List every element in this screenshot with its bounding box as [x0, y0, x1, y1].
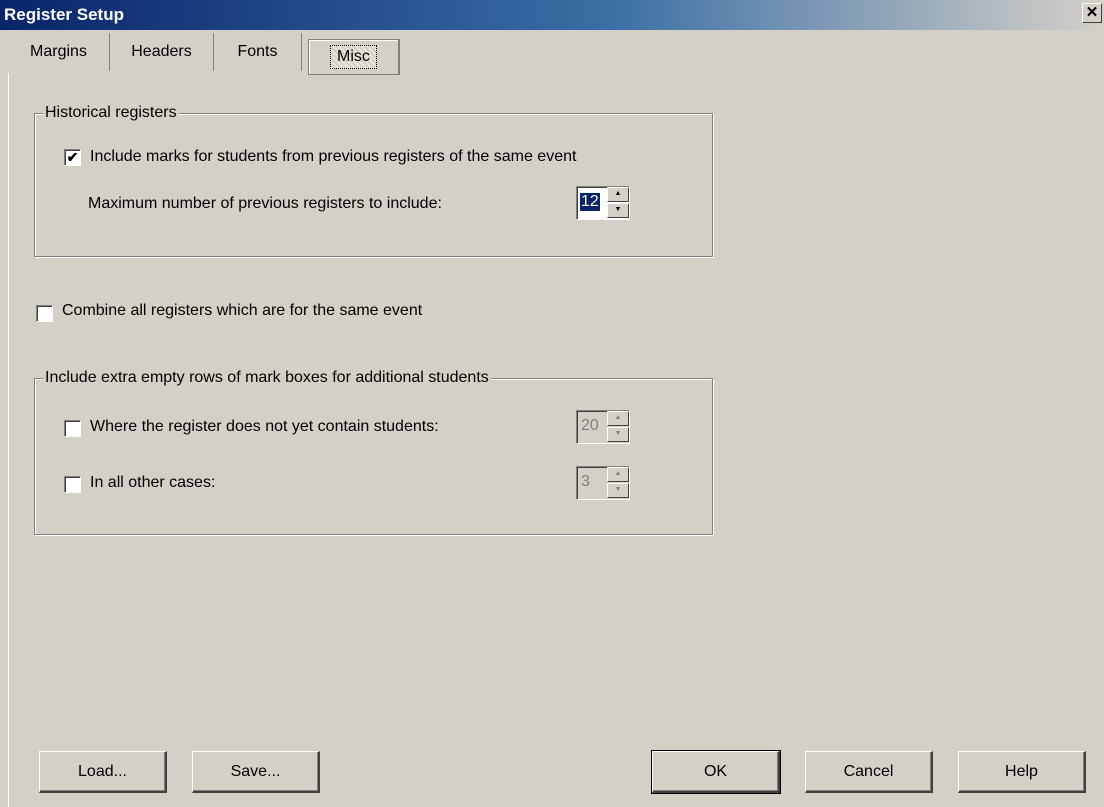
no-students-input[interactable]: 20 — [580, 417, 600, 435]
spin-down-icon[interactable]: ▼ — [607, 427, 629, 442]
spin-down-icon[interactable]: ▼ — [607, 203, 629, 218]
extra-rows-group: Include extra empty rows of mark boxes f… — [34, 369, 713, 535]
no-students-checkbox[interactable] — [64, 420, 81, 437]
close-icon: ✕ — [1085, 4, 1099, 21]
tab-misc-label: Misc — [330, 45, 377, 69]
window-title: Register Setup — [4, 5, 124, 24]
include-marks-checkbox[interactable]: ✔ — [64, 149, 81, 166]
ok-button[interactable]: OK — [651, 750, 781, 794]
tab-margins[interactable]: Margins — [8, 33, 110, 71]
cancel-button[interactable]: Cancel — [805, 751, 933, 793]
spin-down-icon[interactable]: ▼ — [607, 483, 629, 498]
tab-fonts-label: Fonts — [237, 43, 278, 60]
close-button[interactable]: ✕ — [1082, 3, 1102, 23]
tab-headers[interactable]: Headers — [110, 33, 214, 71]
no-students-label: Where the register does not yet contain … — [90, 418, 439, 435]
historical-registers-legend: Historical registers — [43, 104, 179, 122]
tab-misc[interactable]: Misc — [308, 39, 400, 75]
historical-registers-group: Historical registers — [34, 104, 713, 257]
extra-rows-legend: Include extra empty rows of mark boxes f… — [43, 369, 491, 387]
load-button[interactable]: Load... — [39, 751, 167, 793]
other-cases-spinner[interactable]: 3 ▲ ▼ — [576, 466, 630, 500]
spin-up-icon[interactable]: ▲ — [607, 411, 629, 426]
help-button[interactable]: Help — [958, 751, 1086, 793]
no-students-spin-buttons: ▲ ▼ — [607, 411, 629, 443]
spin-up-icon[interactable]: ▲ — [607, 187, 629, 202]
no-students-spinner[interactable]: 20 ▲ ▼ — [576, 410, 630, 444]
other-cases-checkbox[interactable] — [64, 476, 81, 493]
other-cases-label: In all other cases: — [90, 474, 216, 491]
max-previous-spin-buttons: ▲ ▼ — [607, 187, 629, 219]
include-marks-label: Include marks for students from previous… — [90, 148, 577, 165]
tab-fonts[interactable]: Fonts — [214, 33, 302, 71]
tab-headers-label: Headers — [131, 43, 192, 60]
tab-panel-border — [8, 73, 9, 807]
other-cases-input[interactable]: 3 — [580, 473, 591, 491]
max-previous-input[interactable]: 12 — [580, 193, 600, 211]
save-button[interactable]: Save... — [192, 751, 320, 793]
combine-registers-label: Combine all registers which are for the … — [62, 302, 423, 319]
check-icon: ✔ — [66, 149, 79, 165]
title-bar: Register Setup ✕ — [0, 0, 1104, 30]
max-previous-spinner[interactable]: 12 ▲ ▼ — [576, 186, 630, 220]
max-previous-label: Maximum number of previous registers to … — [88, 195, 442, 212]
other-cases-spin-buttons: ▲ ▼ — [607, 467, 629, 499]
combine-registers-checkbox[interactable] — [36, 305, 53, 322]
spin-up-icon[interactable]: ▲ — [607, 467, 629, 482]
tab-margins-label: Margins — [30, 43, 87, 60]
